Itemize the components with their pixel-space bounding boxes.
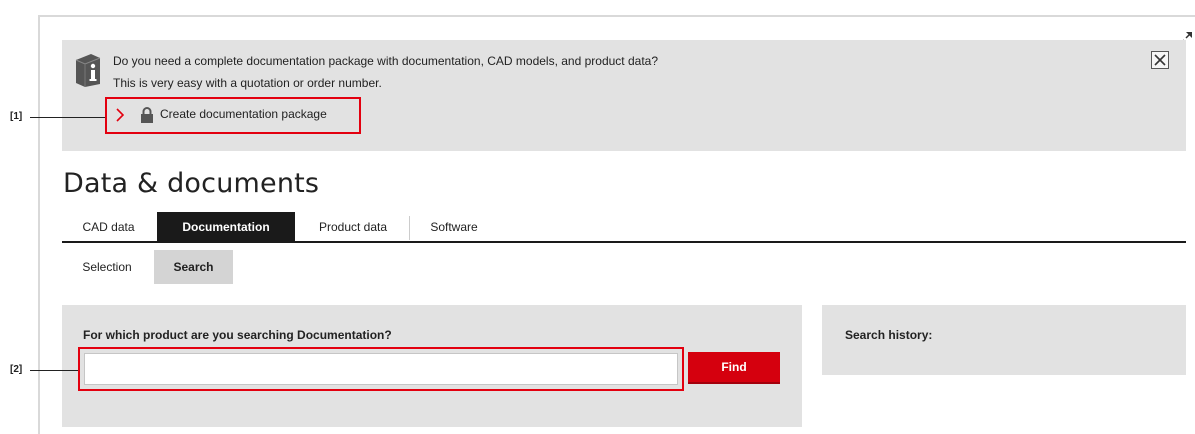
search-history-label: Search history: — [845, 328, 933, 342]
search-history-panel: Search history: — [822, 305, 1186, 375]
documentation-package-banner: Do you need a complete documentation pac… — [62, 40, 1186, 151]
chevron-right-icon — [116, 108, 124, 122]
banner-text-line1: Do you need a complete documentation pac… — [113, 54, 659, 68]
close-button[interactable] — [1151, 51, 1169, 69]
tab-cad-data[interactable]: CAD data — [62, 212, 155, 242]
close-icon — [1154, 54, 1166, 66]
callout-line-1 — [30, 117, 105, 118]
page-title: Data & documents — [63, 168, 320, 199]
callout-line-2 — [30, 370, 78, 371]
tabs-underline — [62, 241, 1186, 243]
tab-software[interactable]: Software — [411, 212, 497, 242]
page-border-top — [38, 15, 1195, 17]
create-documentation-package-label: Create documentation package — [160, 107, 327, 121]
subtab-selection[interactable]: Selection — [62, 250, 152, 284]
find-button[interactable]: Find — [688, 352, 780, 384]
lock-icon — [141, 107, 153, 123]
search-panel: For which product are you searching Docu… — [62, 305, 802, 427]
tab-documentation[interactable]: Documentation — [157, 212, 295, 242]
search-question-label: For which product are you searching Docu… — [83, 328, 392, 342]
tab-product-data[interactable]: Product data — [298, 212, 408, 242]
create-documentation-package-link[interactable]: Create documentation package — [105, 97, 361, 134]
callout-label-2: [2] — [10, 364, 23, 375]
page-border-left — [38, 15, 40, 434]
subtab-search[interactable]: Search — [154, 250, 233, 284]
tab-separator — [409, 216, 410, 240]
search-input[interactable] — [84, 353, 678, 385]
callout-label-1: [1] — [10, 111, 23, 122]
banner-text-line2: This is very easy with a quotation or or… — [113, 76, 382, 90]
info-book-icon — [75, 54, 101, 87]
